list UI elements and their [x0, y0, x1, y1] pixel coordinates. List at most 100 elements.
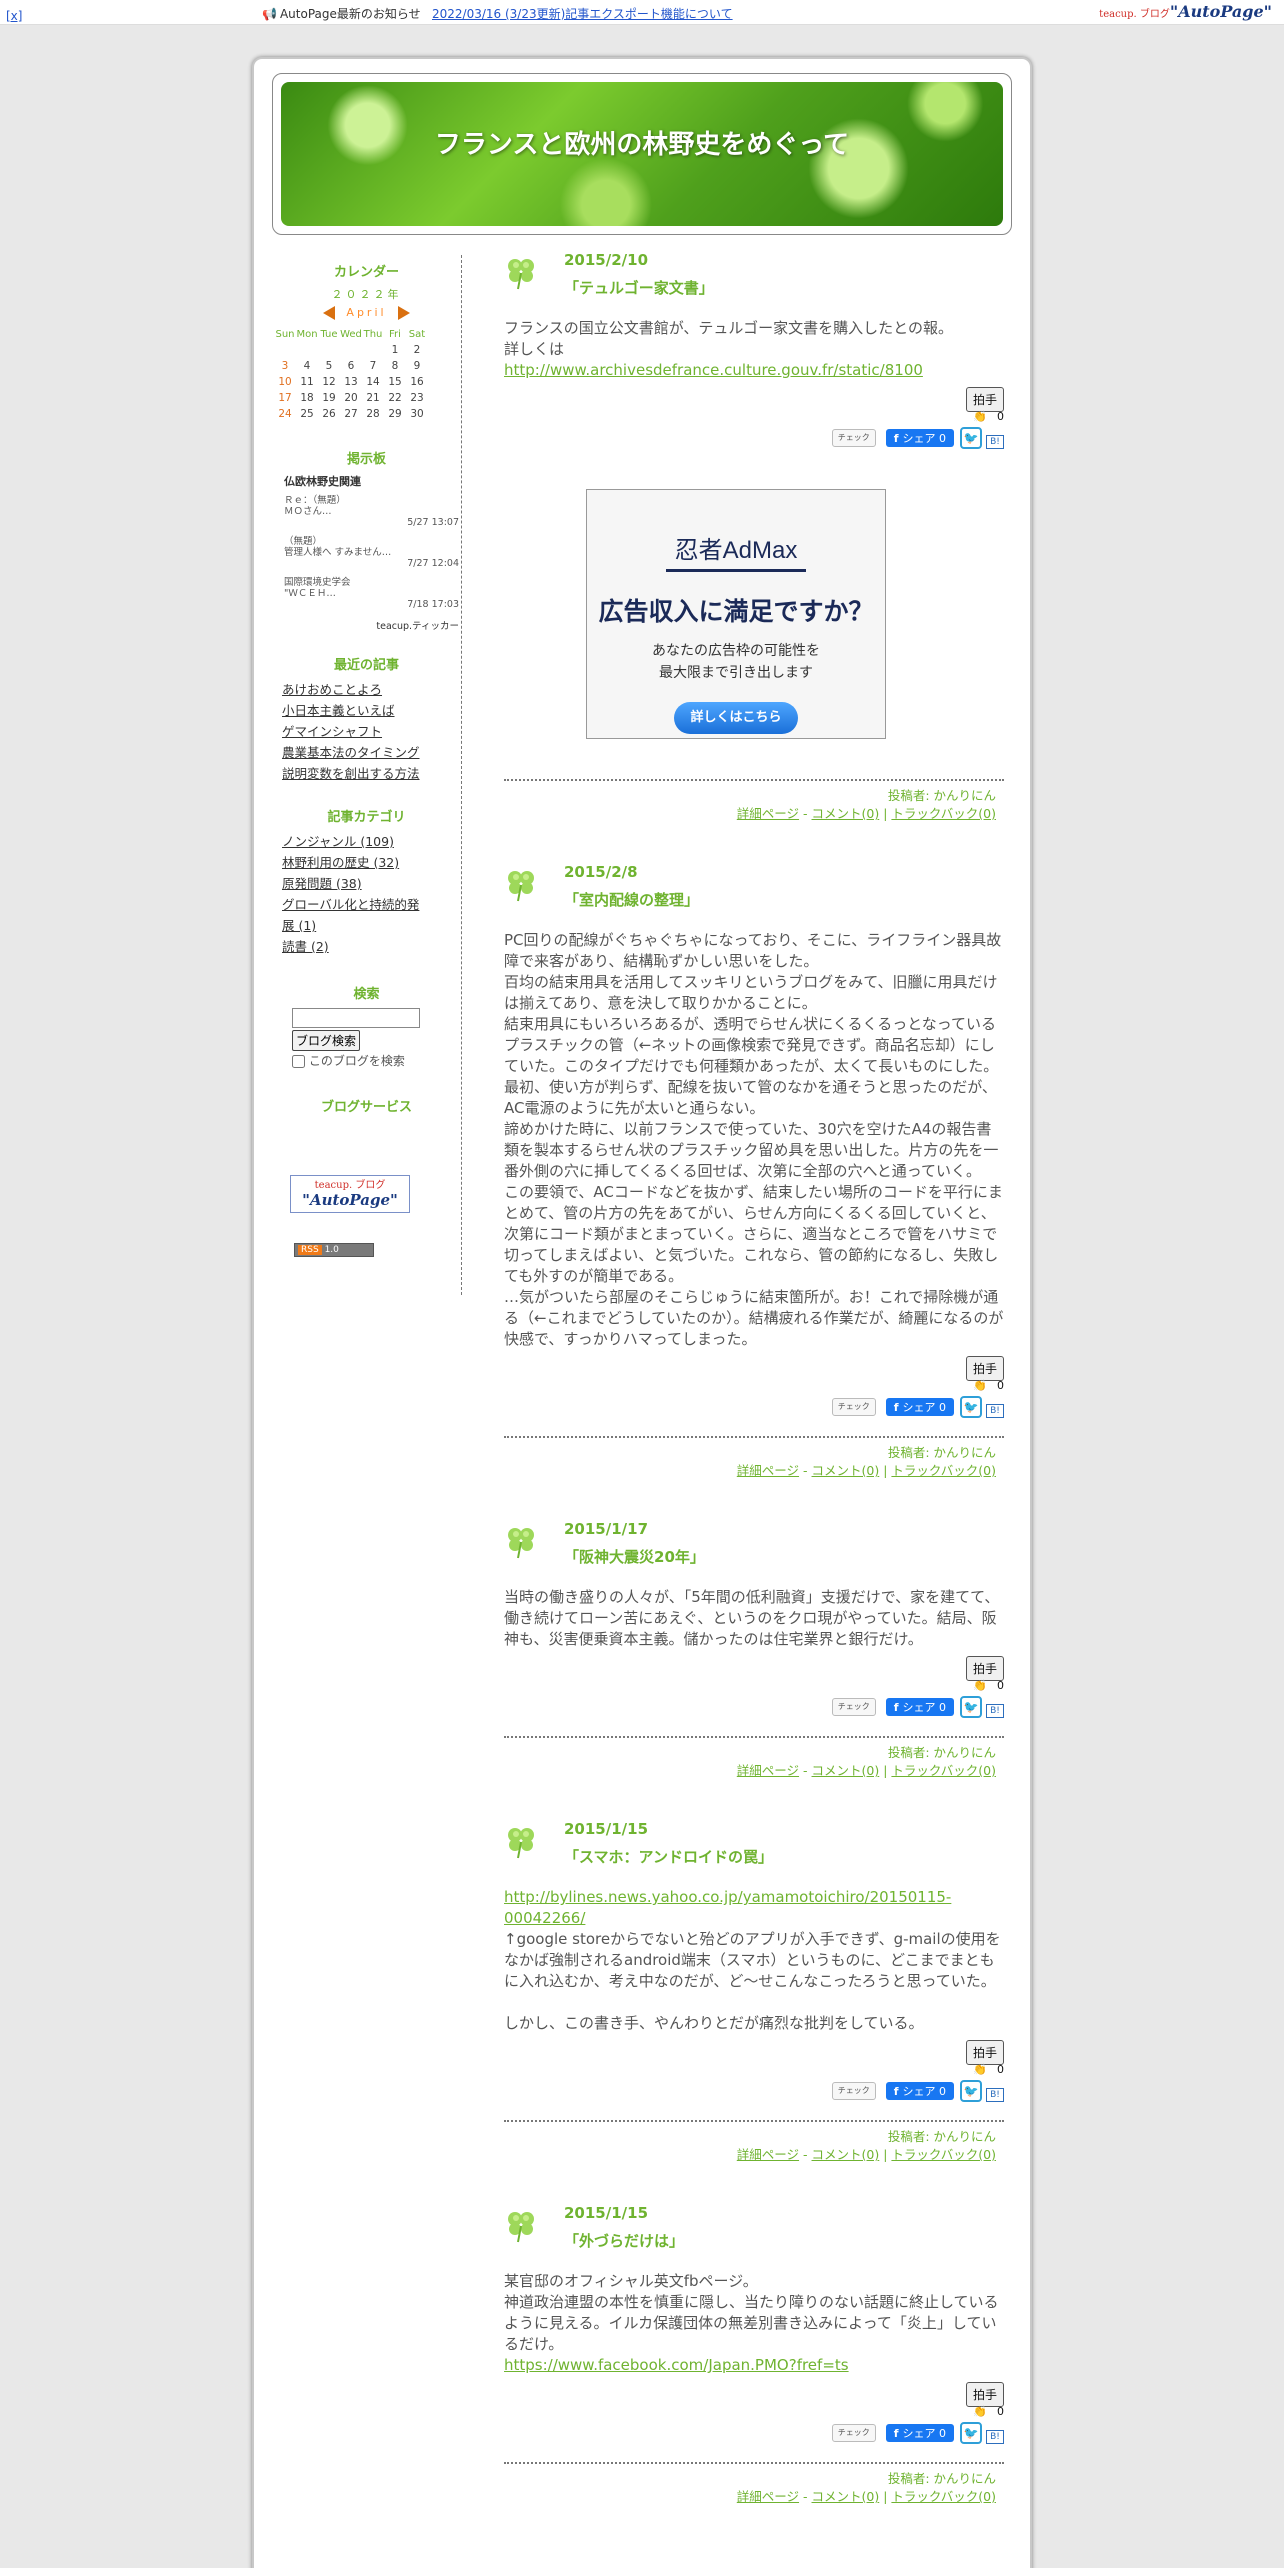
blog-title[interactable]: フランスと欧州の林野史をめぐって	[281, 124, 1003, 161]
board-entry[interactable]: （無題） 管理人様へ すみません… 7/27 12:04	[284, 536, 461, 569]
hatena-bookmark-icon[interactable]: B!	[986, 1404, 1004, 1418]
comment-link[interactable]: コメント(0)	[812, 2489, 880, 2504]
clap-button[interactable]: 拍手	[965, 2040, 1004, 2065]
post-title[interactable]: 「スマホ：アンドロイドの罠」	[564, 1846, 1004, 1867]
clap-button[interactable]: 拍手	[965, 387, 1004, 412]
facebook-share-button[interactable]: f シェア 0	[885, 429, 954, 447]
twitter-icon[interactable]: 🐦	[960, 1396, 982, 1418]
calendar-day: 17	[278, 392, 292, 404]
comment-link[interactable]: コメント(0)	[812, 806, 880, 821]
category-link[interactable]: 読書 (2)	[282, 936, 422, 957]
recent-post-link[interactable]: 小日本主義といえば	[282, 700, 422, 721]
post-title[interactable]: 「テュルゴー家文書」	[564, 277, 1004, 298]
clap-button[interactable]: 拍手	[965, 2382, 1004, 2407]
post-body: 当時の働き盛りの人々が、「5年間の低利融資」支援だけで、家を建てて、働き続けてロ…	[504, 1587, 1004, 1650]
comment-link[interactable]: コメント(0)	[812, 2147, 880, 2162]
facebook-icon: f	[893, 1401, 899, 1414]
twitter-icon[interactable]: 🐦	[960, 1696, 982, 1718]
post-link[interactable]: http://www.archivesdefrance.culture.gouv…	[504, 360, 1004, 381]
hatena-bookmark-icon[interactable]: B!	[986, 1704, 1004, 1718]
category-link[interactable]: 林野利用の歴史 (32)	[282, 852, 422, 873]
clap-count: 👏 0	[504, 2405, 1004, 2418]
post-link[interactable]: http://bylines.news.yahoo.co.jp/yamamoto…	[504, 1887, 1004, 1929]
post-link[interactable]: https://www.facebook.com/Japan.PMO?fref=…	[504, 2355, 1004, 2376]
calendar-day	[362, 342, 384, 358]
recent-post-link[interactable]: 説明変数を創出する方法	[282, 763, 422, 784]
search-input[interactable]	[292, 1008, 420, 1028]
notice-link[interactable]: 2022/03/16 (3/23更新)記事エクスポート機能について	[432, 5, 733, 22]
board-entry[interactable]: 国際環境史学会 "ＷＣＥＨ… 7/18 17:03	[284, 577, 461, 610]
clap-area: 拍手	[504, 1356, 1004, 1381]
calendar-day: 19	[322, 392, 336, 404]
autopage-logo[interactable]: teacup. ブログ"AutoPage"	[1099, 2, 1272, 21]
detail-page-link[interactable]: 詳細ページ	[737, 1763, 799, 1778]
board-title[interactable]: 仏欧林野史関連	[284, 473, 461, 489]
board-entry[interactable]: Ｒｅ：（無題） ＭＯさん… 5/27 13:07	[284, 495, 461, 528]
post-links: 詳細ページ - コメント(0) | トラックバック(0)	[736, 1463, 996, 1478]
post-title[interactable]: 「室内配線の整理」	[564, 889, 1004, 910]
hatena-bookmark-icon[interactable]: B!	[986, 435, 1004, 449]
board-entry-text[interactable]: （無題） 管理人様へ すみません…	[284, 536, 461, 558]
detail-page-link[interactable]: 詳細ページ	[737, 806, 799, 821]
recent-post-link[interactable]: あけおめことよろ	[282, 679, 422, 700]
mixi-check-button[interactable]: チェック	[831, 429, 876, 447]
twitter-icon[interactable]: 🐦	[960, 2080, 982, 2102]
rss-badge[interactable]: RSS 1.0	[294, 1243, 374, 1257]
clap-button[interactable]: 拍手	[965, 1356, 1004, 1381]
blog-header: フランスと欧州の林野史をめぐって	[272, 73, 1012, 235]
post-date: 2015/1/15	[564, 2204, 649, 2222]
facebook-share-button[interactable]: f シェア 0	[885, 2082, 954, 2100]
post-title[interactable]: 「外づらだけは」	[564, 2230, 1004, 2251]
mixi-check-button[interactable]: チェック	[831, 2082, 876, 2100]
calendar-week: 12	[274, 342, 428, 358]
search-option[interactable]: このブログを検索	[292, 1053, 412, 1070]
board-entry-text[interactable]: Ｒｅ：（無題） ＭＯさん…	[284, 495, 461, 517]
post-body: フランスの国立公文書館が、テュルゴー家文書を購入したとの報。 詳しくは http:/…	[504, 318, 1004, 381]
facebook-share-button[interactable]: f シェア 0	[885, 1398, 954, 1416]
mixi-check-button[interactable]: チェック	[831, 1698, 876, 1716]
main-content: 2015/2/10 「テュルゴー家文書」フランスの国立公文書館が、テュルゴー家文書…	[504, 249, 1004, 2506]
comment-link[interactable]: コメント(0)	[812, 1763, 880, 1778]
comment-link[interactable]: コメント(0)	[812, 1463, 880, 1478]
calendar-table: Sun Mon Tue Wed Thu Fri Sat 1 2 3 4 5 6 7 8 9 10 11 12 13 1…	[274, 326, 428, 422]
blog-post: 2015/2/8 「室内配線の整理」 PC回りの配線がぐちゃぐちゃになっており、そこ…	[504, 861, 1004, 1480]
category-link[interactable]: ノンジャンル (109)	[282, 831, 422, 852]
detail-page-link[interactable]: 詳細ページ	[737, 2489, 799, 2504]
twitter-icon[interactable]: 🐦	[960, 427, 982, 449]
ad-sub: あなたの広告枠の可能性を 最大限まで引き出します	[587, 640, 885, 684]
mixi-check-button[interactable]: チェック	[831, 2424, 876, 2442]
clap-button[interactable]: 拍手	[965, 1656, 1004, 1681]
next-month-icon[interactable]	[398, 306, 411, 320]
ad-banner[interactable]: 忍者AdMax 広告収入に満足ですか？ あなたの広告枠の可能性を 最大限まで引き出しま…	[586, 489, 886, 739]
recent-post-link[interactable]: ゲマインシャフト	[282, 721, 422, 742]
search-blog-checkbox[interactable]	[292, 1055, 305, 1068]
trackback-link[interactable]: トラックバック(0)	[891, 2147, 996, 2162]
calendar-day: 9	[413, 360, 421, 372]
board-entry-text[interactable]: 国際環境史学会 "ＷＣＥＨ…	[284, 577, 461, 599]
board-footer[interactable]: teacup.ティッカー	[284, 618, 461, 632]
ad-cta-button[interactable]: 詳しくはこちら	[674, 702, 798, 734]
prev-month-icon[interactable]	[322, 306, 335, 320]
trackback-link[interactable]: トラックバック(0)	[891, 806, 996, 821]
trackback-link[interactable]: トラックバック(0)	[891, 2489, 996, 2504]
hatena-bookmark-icon[interactable]: B!	[986, 2430, 1004, 2444]
autopage-badge[interactable]: teacup. ブログ "AutoPage"	[290, 1175, 410, 1213]
post-author: 投稿者: かんりにん	[887, 1445, 996, 1460]
trackback-link[interactable]: トラックバック(0)	[891, 1763, 996, 1778]
category-link[interactable]: 原発問題 (38)	[282, 873, 422, 894]
recent-post-link[interactable]: 農業基本法のタイミング	[282, 742, 422, 763]
category-link[interactable]: グローバル化と持続的発展 (1)	[282, 894, 422, 936]
post-title[interactable]: 「阪神大震災20年」	[564, 1546, 1004, 1567]
mixi-check-button[interactable]: チェック	[831, 1398, 876, 1416]
search-button[interactable]: ブログ検索	[292, 1030, 361, 1051]
facebook-share-button[interactable]: f シェア 0	[885, 2424, 954, 2442]
twitter-icon[interactable]: 🐦	[960, 2422, 982, 2444]
detail-page-link[interactable]: 詳細ページ	[737, 2147, 799, 2162]
facebook-share-button[interactable]: f シェア 0	[885, 1698, 954, 1716]
close-topbar-link[interactable]: [x]	[6, 9, 22, 23]
detail-page-link[interactable]: 詳細ページ	[737, 1463, 799, 1478]
hatena-bookmark-icon[interactable]: B!	[986, 2088, 1004, 2102]
calendar-day: 2	[413, 344, 421, 356]
trackback-link[interactable]: トラックバック(0)	[891, 1463, 996, 1478]
post-date: 2015/2/10	[564, 251, 649, 269]
